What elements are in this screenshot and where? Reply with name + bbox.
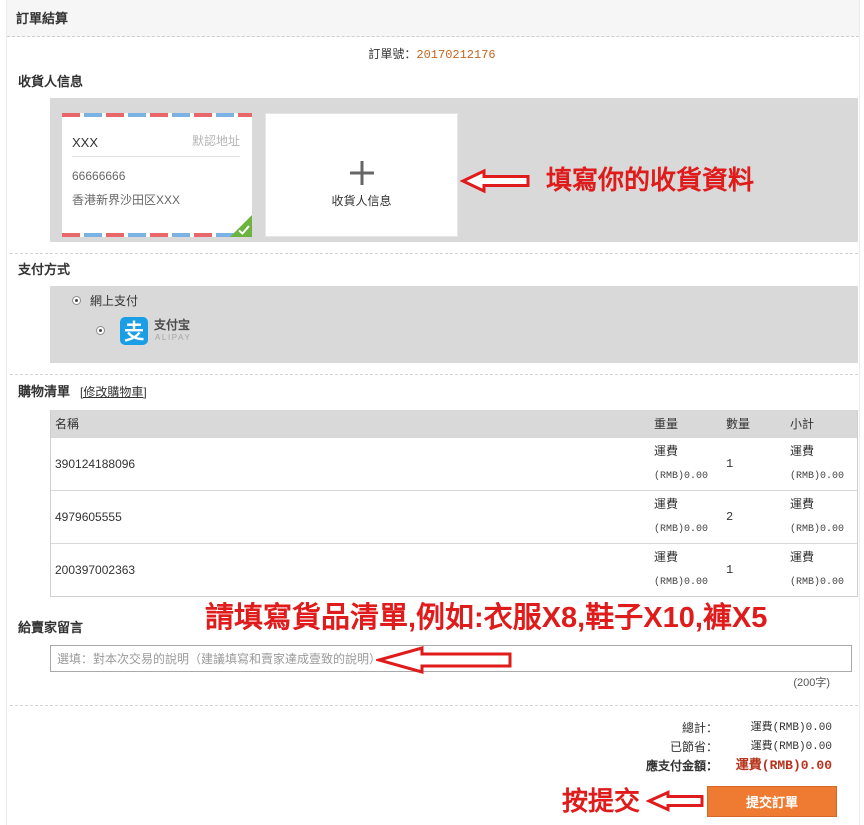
item-quantity-cell: 1: [722, 436, 786, 490]
item-weight-label: 運費: [654, 549, 679, 564]
order-number-label: 訂單號：: [368, 47, 417, 61]
consignee-section-title: 收貨人信息: [18, 74, 84, 89]
summary-due-label: 應支付金額：: [645, 759, 718, 773]
payment-section-title: 支付方式: [18, 262, 71, 277]
add-consignee-label: 收貨人信息: [331, 194, 392, 208]
table-row: 4979605555 運費 (RMB)0.00 2 運費 (RMB)0.00: [51, 489, 857, 543]
item-weight-cell: 運費 (RMB)0.00: [650, 436, 722, 490]
order-number-row: 訂單號：20170212176: [0, 45, 864, 64]
check-icon: [230, 215, 252, 237]
table-row: 200397002363 運費 (RMB)0.00 1 運費 (RMB)0.00: [51, 542, 857, 596]
item-subtotal-value: (RMB)0.00: [790, 523, 845, 535]
item-subtotal-label: 運費: [790, 443, 815, 458]
plus-icon: [350, 161, 374, 185]
item-name-cell: 200397002363: [51, 542, 650, 596]
item-quantity-cell: 1: [722, 542, 786, 596]
add-consignee-card[interactable]: 收貨人信息: [265, 113, 458, 237]
item-quantity-cell: 2: [722, 489, 786, 543]
section-divider: [10, 374, 858, 375]
column-header-subtotal: 小計: [786, 410, 857, 437]
online-payment-radio[interactable]: [72, 296, 81, 305]
item-weight-value: (RMB)0.00: [654, 576, 709, 588]
consignee-hint-annotation: 填寫你的收貨資料: [546, 165, 755, 195]
message-section-title: 給賣家留言: [18, 620, 84, 635]
summary-due-value: 運費(RMB)0.00: [735, 758, 832, 773]
item-weight-value: (RMB)0.00: [654, 523, 709, 535]
submit-arrow-left-icon: [646, 790, 704, 812]
message-arrow-left-icon: [376, 646, 512, 674]
item-subtotal-label: 運費: [790, 496, 815, 511]
order-number-value: 20170212176: [416, 48, 496, 62]
cart-section-title: 購物清單: [18, 384, 71, 399]
section-divider: [10, 705, 858, 706]
consignee-arrow-left-icon: [460, 168, 530, 194]
cart-table-header: 名稱 重量 數量 小計: [51, 410, 857, 437]
online-payment-label: 網上支付: [90, 294, 139, 308]
alipay-subtitle: ALIPAY: [155, 333, 192, 342]
item-subtotal-cell: 運費 (RMB)0.00: [786, 489, 857, 543]
alipay-logo-icon[interactable]: [120, 317, 148, 345]
section-divider: [10, 253, 858, 254]
item-subtotal-label: 運費: [790, 549, 815, 564]
item-name-cell: 4979605555: [51, 489, 650, 543]
column-header-weight: 重量: [650, 410, 722, 437]
column-header-quantity: 數量: [722, 410, 786, 437]
address-name: XXX: [72, 135, 99, 150]
submit-hint-annotation: 按提交: [562, 786, 641, 816]
item-subtotal-cell: 運費 (RMB)0.00: [786, 436, 857, 490]
submit-order-button[interactable]: 提交訂單: [707, 786, 837, 817]
address-divider: [72, 156, 240, 157]
default-address-label: 默認地址: [191, 134, 240, 148]
item-weight-label: 運費: [654, 496, 679, 511]
item-weight-cell: 運費 (RMB)0.00: [650, 542, 722, 596]
page-title: 訂單結算: [16, 11, 69, 26]
address-text: 香港新界沙田区XXX: [72, 193, 181, 207]
message-char-limit: (200字): [793, 677, 830, 689]
cart-table: 名稱 重量 數量 小計 390124188096 運費 (RMB)0.00 1 …: [51, 410, 857, 596]
item-subtotal-cell: 運費 (RMB)0.00: [786, 542, 857, 596]
item-weight-label: 運費: [654, 443, 679, 458]
summary-total-value: 運費(RMB)0.00: [750, 722, 832, 734]
edit-cart-link[interactable]: [修改購物車]: [80, 383, 147, 401]
alipay-radio[interactable]: [96, 326, 105, 335]
airmail-border-top: [62, 113, 252, 117]
item-name-cell: 390124188096: [51, 436, 650, 490]
alipay-name: 支付宝: [154, 318, 191, 332]
column-header-name: 名稱: [51, 410, 650, 437]
airmail-border-bottom: [62, 233, 252, 237]
item-weight-cell: 運費 (RMB)0.00: [650, 489, 722, 543]
page-header: 訂單結算: [7, 0, 859, 37]
summary-saved-value: 運費(RMB)0.00: [750, 741, 832, 753]
summary-saved-label: 已節省：: [669, 740, 718, 754]
summary-total-label: 總計：: [681, 721, 718, 735]
payment-panel: 網上支付 支付宝 ALIPAY: [50, 286, 858, 363]
cart-hint-annotation: 請填寫貨品清單,例如:衣服X8,鞋子X10,褲X5: [205, 602, 768, 634]
address-phone: 66666666: [72, 169, 126, 183]
item-subtotal-value: (RMB)0.00: [790, 470, 845, 482]
item-weight-value: (RMB)0.00: [654, 470, 709, 482]
item-subtotal-value: (RMB)0.00: [790, 576, 845, 588]
cart-table-container: 名稱 重量 數量 小計 390124188096 運費 (RMB)0.00 1 …: [50, 410, 858, 597]
table-row: 390124188096 運費 (RMB)0.00 1 運費 (RMB)0.00: [51, 436, 857, 490]
address-card-selected[interactable]: XXX 默認地址 66666666 香港新界沙田区XXX: [62, 113, 252, 237]
